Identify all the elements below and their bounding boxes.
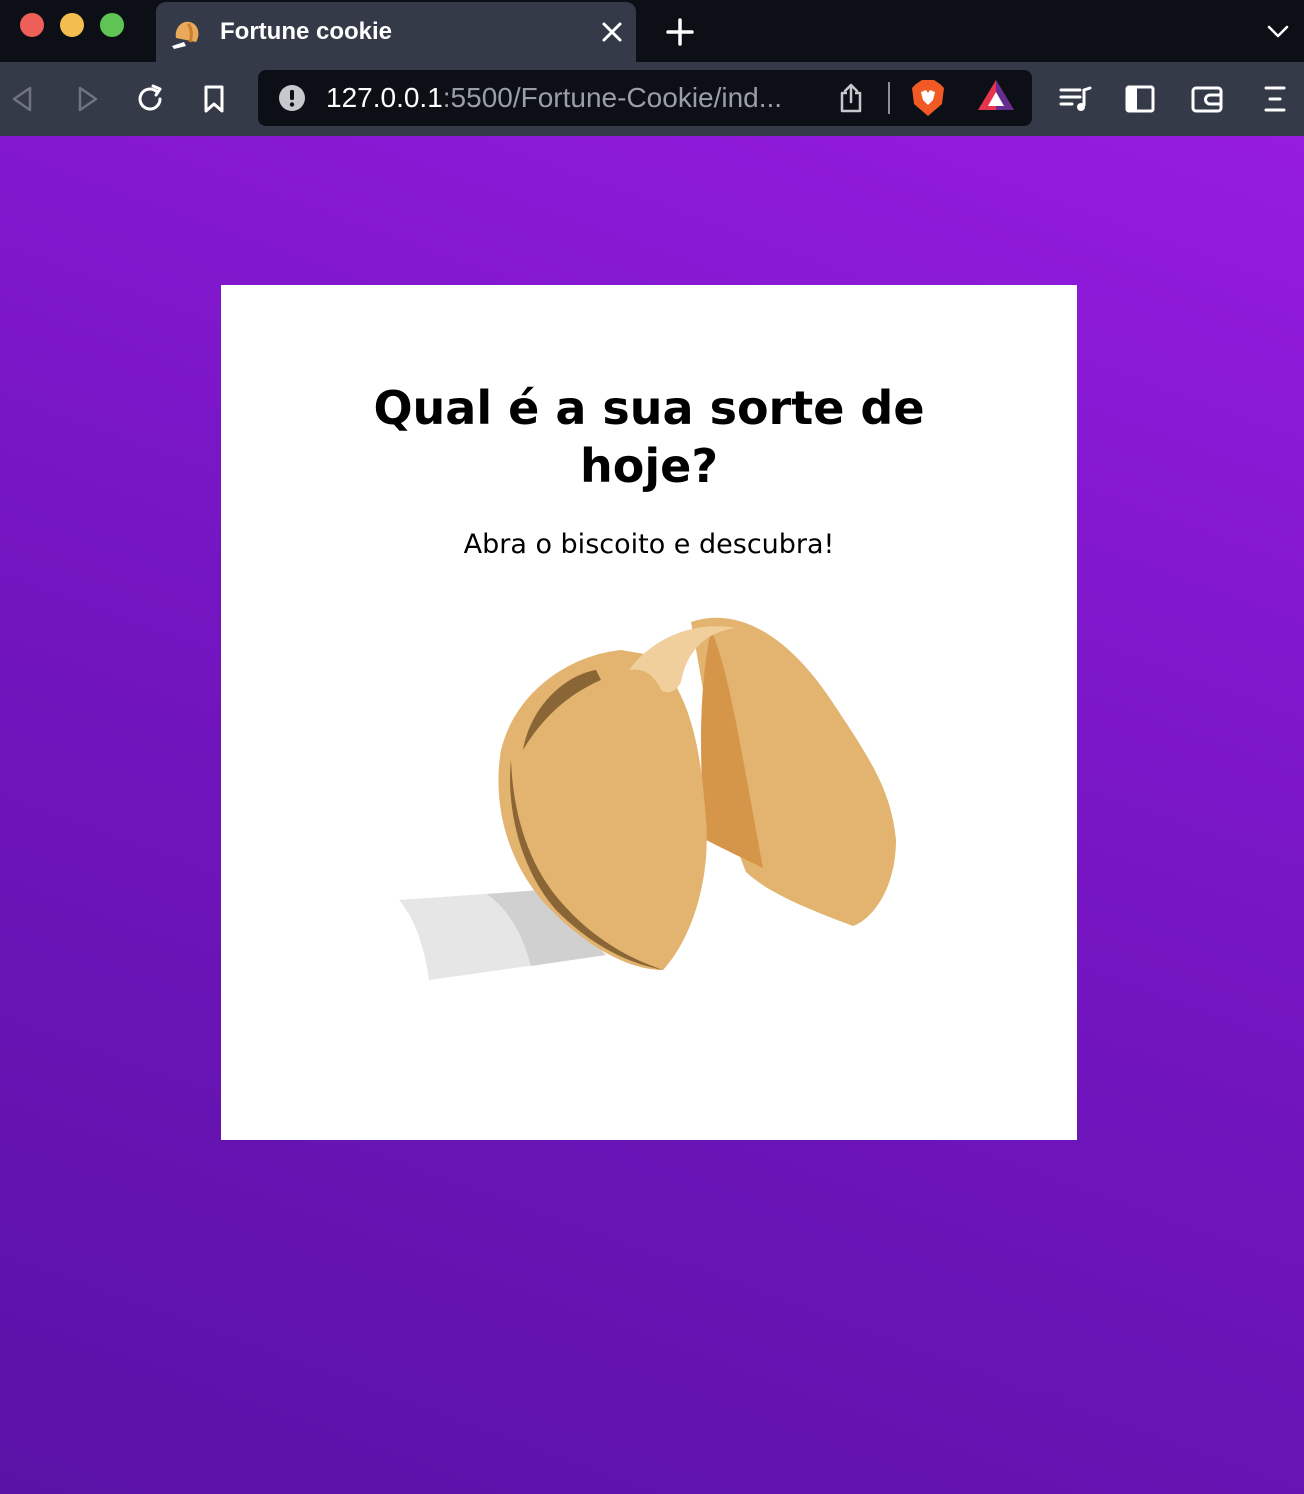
maximize-window-button[interactable] — [100, 13, 124, 37]
close-window-button[interactable] — [20, 13, 44, 37]
page-subtitle: Abra o biscoito e descubra! — [463, 529, 835, 560]
back-icon[interactable] — [6, 82, 40, 116]
url-path: :5500/Fortune-Cookie/ind... — [442, 82, 783, 113]
url-separator — [888, 82, 890, 114]
url-host: 127.0.0.1 — [326, 82, 443, 113]
browser-toolbar: 127.0.0.1:5500/Fortune-Cookie/ind... — [0, 62, 1304, 136]
info-icon[interactable] — [278, 84, 306, 112]
menu-icon[interactable] — [1258, 82, 1292, 116]
minimize-window-button[interactable] — [60, 13, 84, 37]
browser-titlebar: Fortune cookie — [0, 0, 1304, 62]
new-tab-icon[interactable] — [664, 16, 696, 48]
bookmark-icon[interactable] — [197, 82, 231, 116]
share-icon[interactable] — [836, 82, 866, 114]
close-tab-icon[interactable] — [598, 18, 626, 46]
tab-fortune-cookie[interactable]: Fortune cookie — [156, 2, 636, 62]
brave-shields-icon[interactable] — [910, 78, 946, 118]
tab-title: Fortune cookie — [220, 18, 393, 45]
chevron-down-icon[interactable] — [1264, 20, 1292, 44]
reload-icon[interactable] — [133, 82, 167, 116]
page-background: Qual é a sua sorte de hoje? Abra o bisco… — [0, 136, 1304, 1494]
forward-icon[interactable] — [70, 82, 104, 116]
brave-rewards-icon[interactable] — [976, 78, 1016, 114]
sidebar-icon[interactable] — [1123, 82, 1157, 116]
playlist-icon[interactable] — [1058, 82, 1092, 116]
address-bar[interactable]: 127.0.0.1:5500/Fortune-Cookie/ind... — [258, 70, 1032, 126]
fortune-cookie-illustration[interactable] — [391, 610, 911, 1010]
fortune-cookie-icon — [172, 21, 199, 49]
page-title: Qual é a sua sorte de hoje? — [373, 381, 925, 493]
url-text[interactable]: 127.0.0.1:5500/Fortune-Cookie/ind... — [326, 80, 782, 116]
fortune-card: Qual é a sua sorte de hoje? Abra o bisco… — [221, 285, 1077, 1140]
wallet-icon[interactable] — [1190, 82, 1224, 116]
